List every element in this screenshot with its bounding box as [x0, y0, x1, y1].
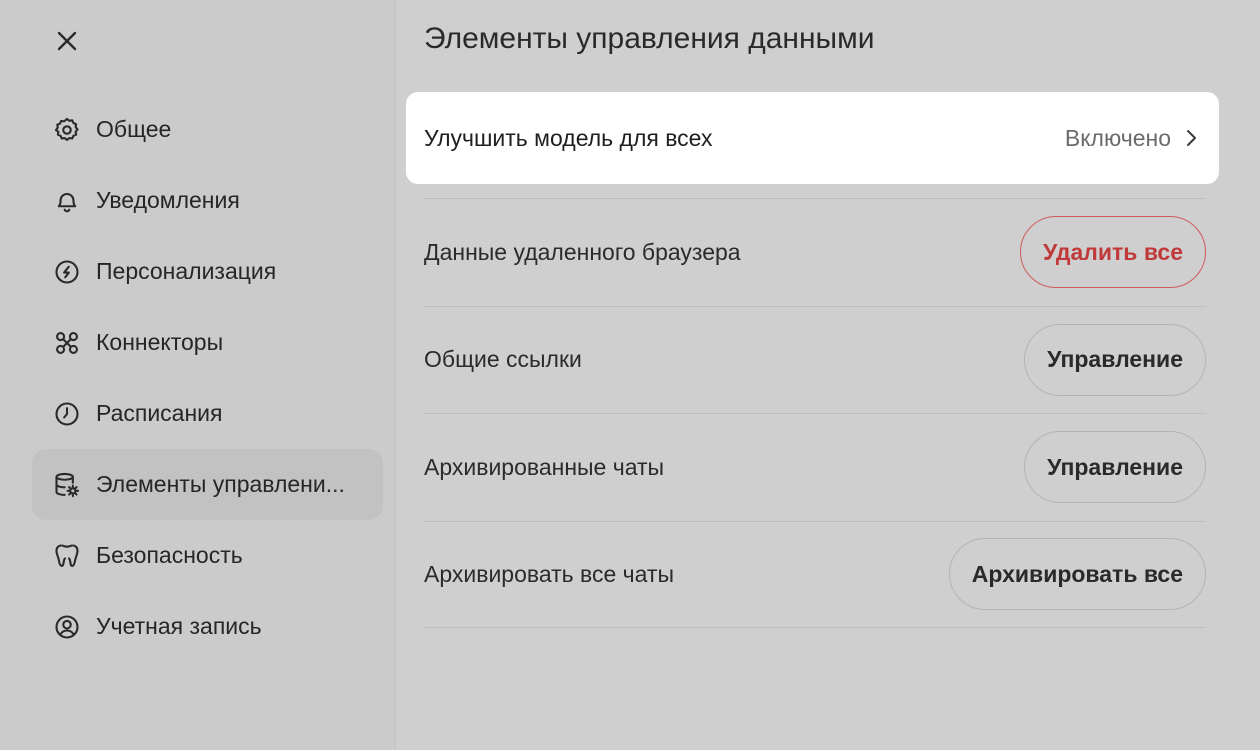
settings-list: Данные удаленного браузера Удалить все О…: [424, 198, 1206, 628]
sidebar-item-security[interactable]: Безопасность: [32, 520, 383, 591]
list-item: Архивировать все чаты Архивировать все: [424, 520, 1206, 628]
clock-icon: [52, 399, 82, 429]
remote-browser-data-label: Данные удаленного браузера: [424, 238, 741, 265]
archived-chats-label: Архивированные чаты: [424, 453, 665, 480]
gear-icon: [52, 115, 82, 145]
close-icon: [57, 31, 77, 51]
settings-window: Общее Уведомления Персонализация Коннект…: [0, 0, 1260, 750]
main-panel: Элементы управления данными Улучшить мод…: [396, 0, 1260, 750]
manage-archived-chats-button[interactable]: Управление: [1024, 431, 1206, 504]
list-item: Архивированные чаты Управление: [424, 413, 1206, 521]
sidebar-item-personalization[interactable]: Персонализация: [32, 236, 383, 307]
sidebar-item-notifications[interactable]: Уведомления: [32, 165, 383, 236]
page-title: Элементы управления данными: [424, 22, 875, 55]
settings-nav: Общее Уведомления Персонализация Коннект…: [32, 94, 383, 662]
improve-model-row[interactable]: Улучшить модель для всех Включено: [406, 92, 1219, 184]
sidebar-item-label: Уведомления: [96, 187, 240, 213]
bell-icon: [52, 186, 82, 216]
user-circle-icon: [52, 612, 82, 642]
database-gear-icon: [52, 470, 82, 500]
improve-model-label: Улучшить модель для всех: [424, 124, 713, 151]
personalization-icon: [52, 257, 82, 287]
delete-all-button[interactable]: Удалить все: [1020, 216, 1206, 289]
sidebar-item-label: Безопасность: [96, 542, 243, 568]
sidebar-item-label: Общее: [96, 116, 172, 142]
improve-model-value: Включено: [1065, 125, 1199, 152]
sidebar: Общее Уведомления Персонализация Коннект…: [0, 0, 396, 750]
sidebar-item-label: Элементы управлени...: [96, 471, 345, 497]
sidebar-item-general[interactable]: Общее: [32, 94, 383, 165]
shield-icon: [52, 541, 82, 571]
sidebar-item-account[interactable]: Учетная запись: [32, 591, 383, 662]
improve-model-status: Включено: [1064, 124, 1171, 151]
manage-shared-links-button[interactable]: Управление: [1024, 323, 1206, 396]
list-item: Общие ссылки Управление: [424, 305, 1206, 414]
archive-all-button[interactable]: Архивировать все: [948, 538, 1206, 611]
sidebar-item-label: Персонализация: [96, 258, 277, 284]
shared-links-label: Общие ссылки: [424, 346, 582, 373]
sidebar-item-label: Расписания: [96, 400, 223, 426]
connectors-icon: [52, 328, 82, 358]
sidebar-item-data-controls[interactable]: Элементы управлени...: [32, 449, 383, 520]
chevron-right-icon: [1185, 128, 1199, 148]
archive-all-chats-label: Архивировать все чаты: [424, 560, 675, 587]
sidebar-item-connectors[interactable]: Коннекторы: [32, 307, 383, 378]
sidebar-item-label: Коннекторы: [96, 329, 224, 355]
sidebar-item-label: Учетная запись: [96, 613, 262, 639]
close-button[interactable]: [50, 24, 84, 58]
list-item: Данные удаленного браузера Удалить все: [424, 198, 1206, 306]
sidebar-item-schedules[interactable]: Расписания: [32, 378, 383, 449]
